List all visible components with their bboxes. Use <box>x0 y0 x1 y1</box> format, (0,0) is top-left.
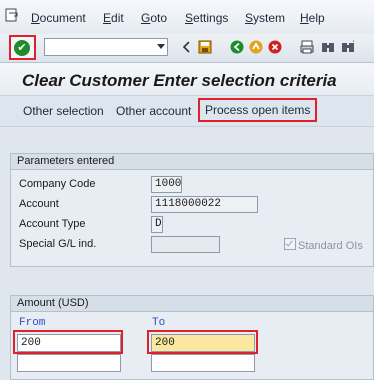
standard-ois-label: Standard OIs <box>298 240 363 252</box>
save-icon[interactable] <box>198 40 212 54</box>
from-highlight-box <box>13 330 123 354</box>
title-bar: Clear Customer Enter selection criteria <box>0 63 374 96</box>
command-field[interactable] <box>44 38 168 56</box>
from-column-label: From <box>19 317 46 329</box>
standard-toolbar: ✔ <box>0 34 374 63</box>
find-next-icon[interactable] <box>341 40 355 54</box>
amount-from-field-row2[interactable] <box>17 354 121 372</box>
application-toolbar: Other selection Other account Process op… <box>0 96 374 127</box>
amount-to-field-row2[interactable] <box>151 354 255 372</box>
to-column-label: To <box>152 317 166 329</box>
enter-icon: ✔ <box>14 40 30 56</box>
amount-group-heading: Amount (USD) <box>11 296 373 312</box>
standard-ois-checkbox[interactable]: Standard OIs <box>284 238 363 252</box>
back-nav-icon[interactable] <box>180 40 194 54</box>
account-field[interactable]: 1118000022 <box>151 196 258 213</box>
menu-bar: Document Edit Goto Settings System Help <box>0 0 374 35</box>
to-highlight-box <box>147 330 258 354</box>
menu-settings[interactable]: Settings <box>185 11 228 25</box>
other-selection-button[interactable]: Other selection <box>23 104 104 118</box>
checkbox-checked-icon <box>284 238 296 250</box>
parameters-group: Parameters entered Company Code 1000 Acc… <box>10 153 374 267</box>
account-type-label: Account Type <box>19 218 86 230</box>
other-account-button[interactable]: Other account <box>116 104 191 118</box>
exit-icon[interactable] <box>249 40 263 54</box>
find-icon[interactable] <box>321 40 335 54</box>
process-open-items-button[interactable]: Process open items <box>198 98 318 122</box>
print-icon[interactable] <box>300 40 314 54</box>
account-type-field[interactable]: D <box>151 216 163 233</box>
chevron-down-icon[interactable] <box>157 44 165 49</box>
menu-edit[interactable]: Edit <box>103 11 124 25</box>
cancel-icon[interactable] <box>268 40 282 54</box>
company-code-field[interactable]: 1000 <box>151 176 182 193</box>
parameters-group-heading: Parameters entered <box>11 154 373 170</box>
page-title: Clear Customer Enter selection criteria <box>22 71 337 90</box>
window-menu-icon[interactable] <box>5 8 19 22</box>
menu-document[interactable]: Document <box>31 11 86 25</box>
special-gl-field[interactable] <box>151 236 220 253</box>
special-gl-label: Special G/L ind. <box>19 238 97 250</box>
menu-goto[interactable]: Goto <box>141 11 167 25</box>
menu-help[interactable]: Help <box>300 11 325 25</box>
enter-button[interactable]: ✔ <box>9 35 36 60</box>
company-code-label: Company Code <box>19 178 96 190</box>
back-icon[interactable] <box>230 40 244 54</box>
account-label: Account <box>19 198 59 210</box>
menu-system[interactable]: System <box>245 11 285 25</box>
